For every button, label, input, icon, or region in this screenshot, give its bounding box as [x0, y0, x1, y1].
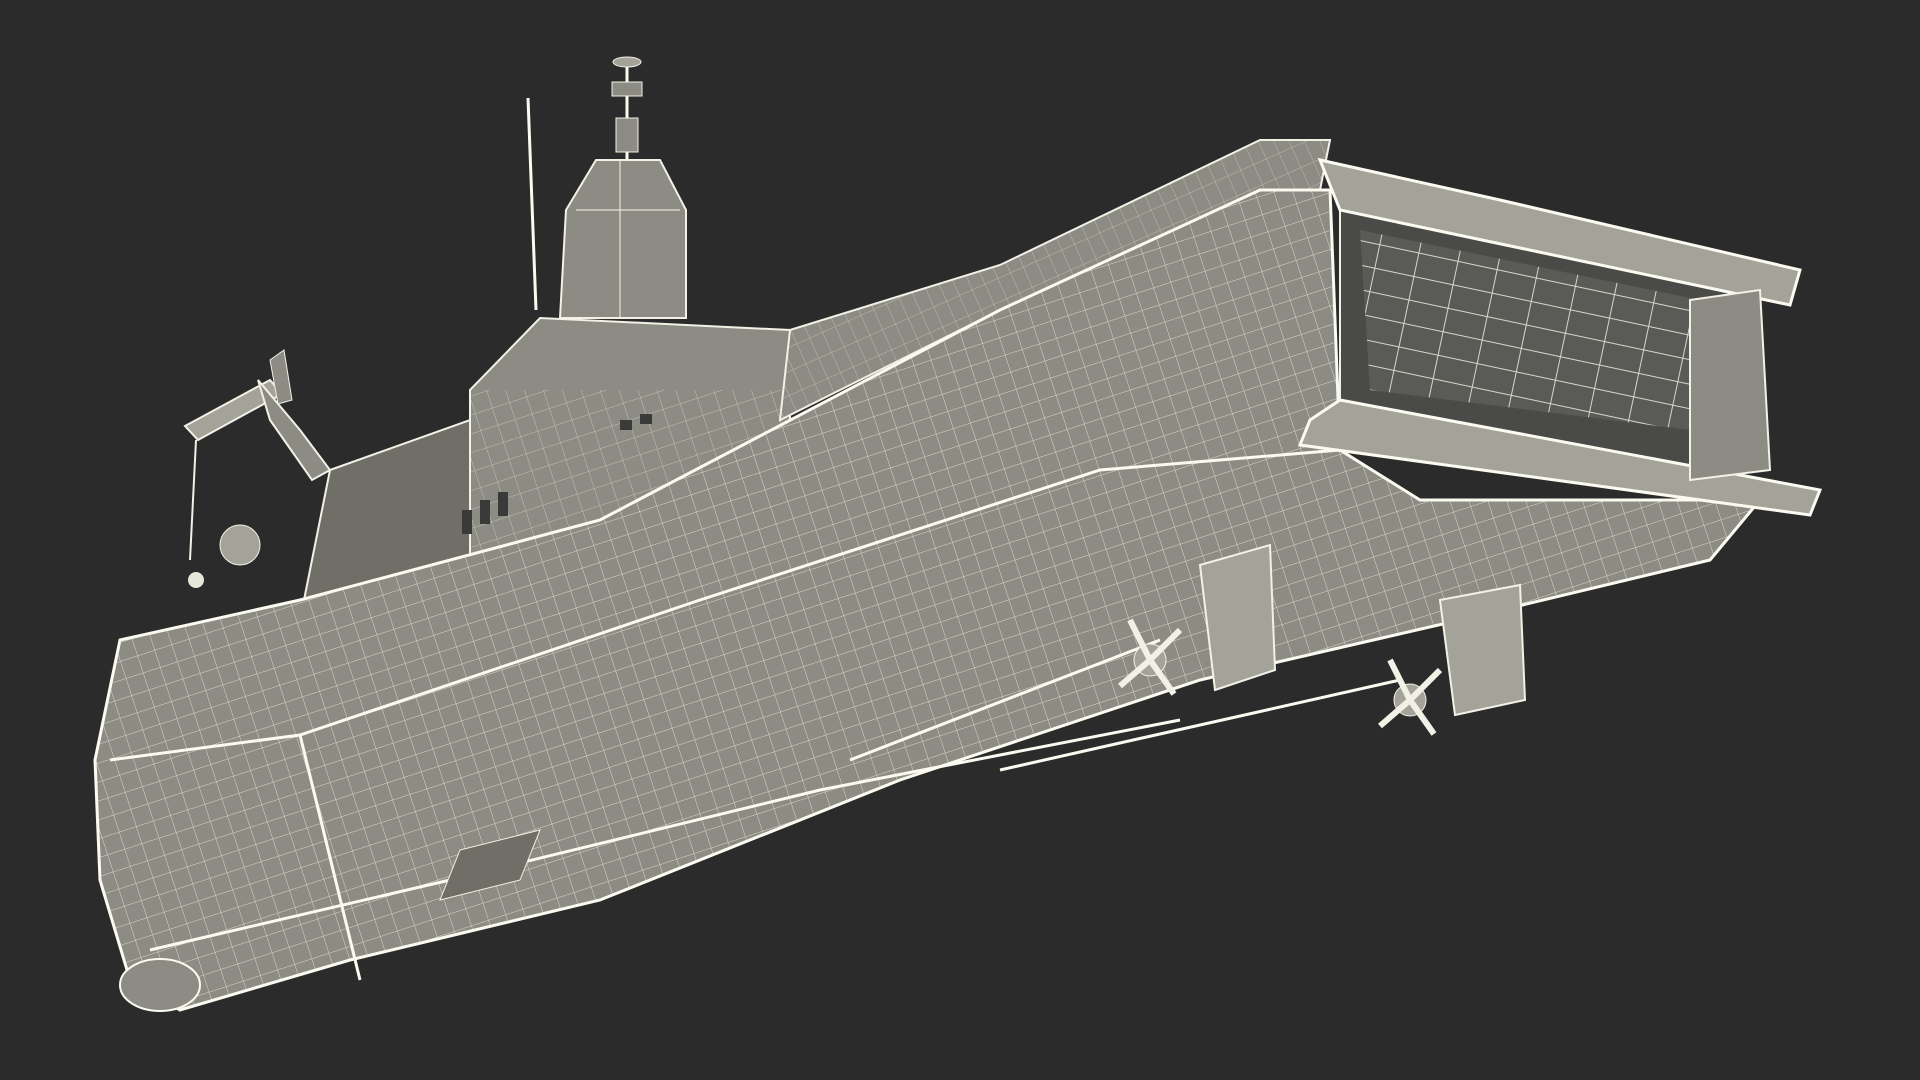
ship-wireframe-render [93, 56, 1823, 1012]
bow-bulb [119, 958, 201, 1012]
well-deck [1297, 157, 1823, 517]
propeller-starboard [1378, 658, 1443, 736]
crane [183, 349, 332, 561]
mast [526, 56, 687, 319]
